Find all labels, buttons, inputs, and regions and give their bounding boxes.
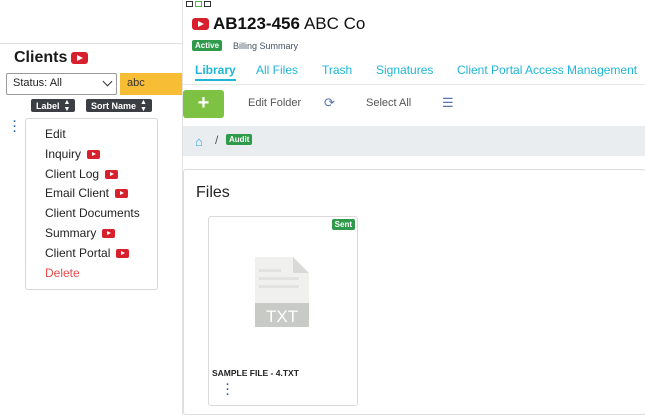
sort-by-sort-name-button[interactable]: Sort Name ▲ ▼ bbox=[86, 98, 152, 113]
sort-arrows-icon: ▲ ▼ bbox=[63, 98, 71, 113]
client-title: AB123-456 ABC Co bbox=[192, 14, 365, 34]
tab-all-files[interactable]: All Files bbox=[256, 63, 298, 77]
edit-folder-button[interactable]: Edit Folder bbox=[248, 97, 301, 109]
sort-label-text: Label bbox=[36, 100, 60, 111]
toolbar-divider bbox=[183, 84, 645, 85]
client-code: AB123-456 bbox=[213, 14, 300, 33]
menu-item-edit[interactable]: Edit bbox=[45, 127, 66, 141]
list-icon[interactable]: ☰ bbox=[442, 95, 454, 111]
video-icon[interactable] bbox=[87, 149, 101, 159]
menu-item-label: Inquiry bbox=[45, 147, 82, 161]
breadcrumb-separator: / bbox=[215, 133, 219, 147]
tab-client-portal-access-management[interactable]: Client Portal Access Management bbox=[457, 63, 637, 77]
file-ext-label: TXT bbox=[266, 307, 298, 326]
menu-item-client-portal[interactable]: Client Portal bbox=[45, 246, 130, 260]
video-icon[interactable] bbox=[105, 169, 119, 179]
files-heading: Files bbox=[196, 184, 230, 201]
top-divider bbox=[0, 43, 183, 44]
file-tile[interactable]: Sent TXT SAMPLE FILE - 4.TXT · · · bbox=[208, 216, 358, 406]
status-filter-select[interactable]: Status: All bbox=[6, 73, 117, 95]
client-documents-panel: AB123-456 ABC Co Active Billing Summary … bbox=[182, 0, 645, 415]
restore-window-icon[interactable] bbox=[195, 1, 202, 7]
menu-item-label: Client Log bbox=[45, 167, 100, 181]
minimize-window-icon[interactable] bbox=[186, 1, 193, 7]
maximize-window-icon[interactable] bbox=[204, 1, 211, 7]
video-icon[interactable] bbox=[102, 228, 116, 238]
menu-item-label: Client Documents bbox=[45, 206, 140, 220]
window-controls bbox=[186, 1, 211, 7]
file-name: SAMPLE FILE - 4.TXT bbox=[212, 368, 299, 378]
menu-item-inquiry[interactable]: Inquiry bbox=[45, 147, 101, 161]
file-actions-kebab-icon[interactable]: · · · bbox=[226, 380, 230, 401]
tab-signatures[interactable]: Signatures bbox=[376, 63, 433, 77]
menu-item-summary[interactable]: Summary bbox=[45, 226, 116, 240]
sent-badge: Sent bbox=[331, 219, 355, 230]
clients-title: Clients bbox=[14, 49, 68, 66]
menu-item-email-client[interactable]: Email Client bbox=[45, 186, 129, 200]
video-icon[interactable] bbox=[192, 18, 209, 30]
menu-item-label: Client Portal bbox=[45, 246, 111, 260]
tab-library[interactable]: Library bbox=[195, 63, 236, 81]
menu-item-label: Summary bbox=[45, 226, 97, 240]
sort-by-label-button[interactable]: Label ▲ ▼ bbox=[31, 98, 76, 113]
status-badge: Active bbox=[192, 40, 223, 51]
home-icon[interactable]: ⌂ bbox=[195, 134, 203, 149]
menu-item-label: Delete bbox=[45, 266, 80, 280]
client-search-input[interactable]: abc bbox=[120, 73, 184, 95]
refresh-icon[interactable]: ⟳ bbox=[324, 95, 335, 111]
add-button[interactable]: + bbox=[183, 90, 224, 118]
menu-item-client-documents[interactable]: Client Documents bbox=[45, 206, 140, 220]
video-icon[interactable] bbox=[115, 188, 129, 198]
tab-trash[interactable]: Trash bbox=[322, 63, 352, 77]
breadcrumb: ⌂ / Audit bbox=[183, 126, 645, 156]
video-icon[interactable] bbox=[116, 248, 130, 258]
billing-summary-link[interactable]: Billing Summary bbox=[233, 41, 298, 51]
video-icon[interactable] bbox=[71, 52, 89, 64]
menu-item-delete[interactable]: Delete bbox=[45, 266, 80, 280]
menu-item-label: Edit bbox=[45, 127, 66, 141]
sort-arrows-icon: ▲ ▼ bbox=[140, 98, 147, 113]
client-search-value: abc bbox=[127, 77, 145, 89]
status-filter-value: Status: All bbox=[13, 77, 62, 89]
client-context-menu: Edit Inquiry Client Log Email Client Cli… bbox=[25, 118, 158, 290]
clients-heading: Clients bbox=[14, 49, 89, 67]
select-all-button[interactable]: Select All bbox=[366, 97, 411, 109]
sort-name-text: Sort Name bbox=[91, 100, 137, 111]
client-name: ABC Co bbox=[303, 14, 366, 33]
files-card: Files Sent TXT SAMPLE FILE - 4.TXT · · · bbox=[183, 169, 645, 415]
txt-file-icon: TXT bbox=[255, 257, 309, 327]
menu-item-label: Email Client bbox=[45, 186, 110, 200]
chevron-down-icon bbox=[102, 76, 113, 87]
menu-item-client-log[interactable]: Client Log bbox=[45, 167, 119, 181]
row-actions-kebab-icon[interactable]: · · · bbox=[13, 117, 17, 138]
breadcrumb-folder-audit[interactable]: Audit bbox=[226, 134, 253, 145]
